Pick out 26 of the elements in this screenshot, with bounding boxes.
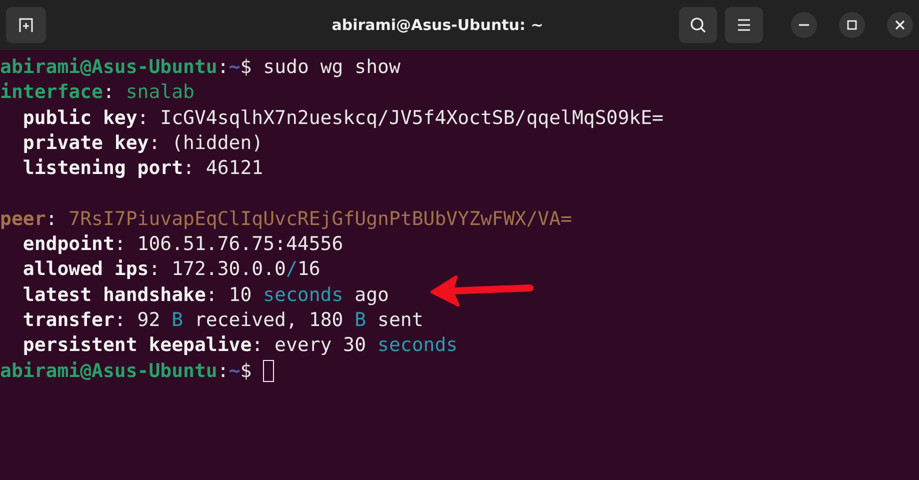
terminal-line: interface: snalab — [0, 80, 194, 106]
terminal-line: persistent keepalive: every 30 seconds — [22, 333, 458, 358]
terminal-line: listening port: 46121 — [22, 156, 264, 182]
search-button[interactable] — [679, 7, 717, 43]
new-tab-button[interactable] — [6, 7, 46, 43]
terminal-line: public key: IcGV4sqlhX7n2ueskcq/JV5f4XoctSB/qqelMqS09kE= — [22, 106, 664, 131]
terminal-line: abirami@Asus-Ubuntu:~$ sudo wg show — [0, 55, 400, 80]
menu-icon — [736, 18, 752, 32]
terminal-line: abirami@Asus-Ubuntu:~$ — [0, 358, 253, 384]
close-button[interactable] — [887, 12, 913, 38]
terminal-line: peer: 7RsI7PiuvapEqClIqUvcREjGfUgnPtBUbVYZwFWX/VA= — [0, 206, 572, 232]
menu-button[interactable] — [725, 7, 763, 43]
terminal-line: private key: (hidden) — [22, 130, 264, 156]
maximize-icon — [847, 20, 857, 30]
text-cursor — [263, 360, 274, 382]
minimize-icon — [799, 24, 809, 26]
maximize-button[interactable] — [839, 12, 865, 38]
terminal-line: transfer: 92 B received, 180 B sent — [22, 308, 424, 333]
new-tab-icon — [17, 16, 35, 34]
window-title: abirami@Asus-Ubuntu: ~ — [330, 16, 544, 34]
terminal-line: allowed ips: 172.30.0.0/16 — [22, 257, 320, 282]
terminal-line: latest handshake: 10 seconds ago — [22, 282, 389, 308]
terminal-line: endpoint: 106.51.76.75:44556 — [22, 232, 344, 258]
minimize-button[interactable] — [791, 12, 817, 38]
close-icon — [895, 20, 905, 30]
search-icon — [689, 16, 707, 34]
